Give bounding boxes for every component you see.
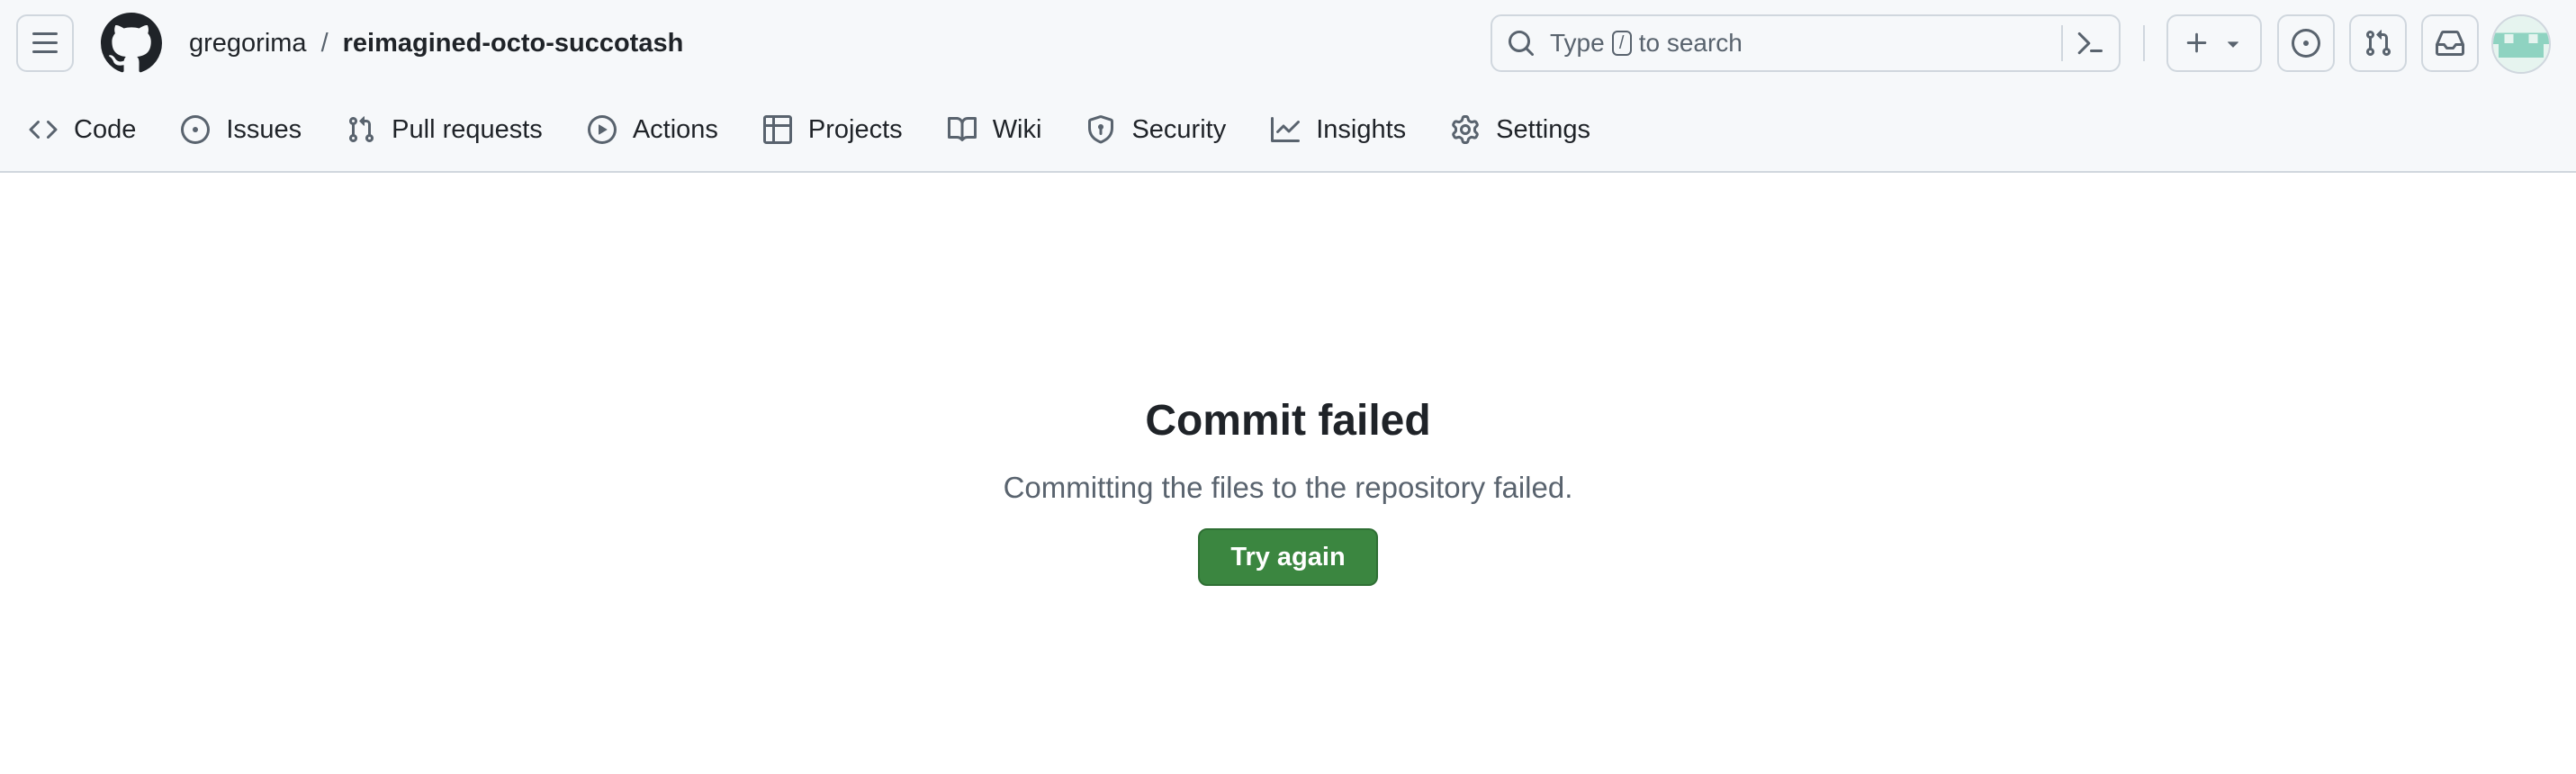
hamburger-icon: [32, 32, 58, 53]
create-new-button[interactable]: [2166, 14, 2262, 72]
top-bar: gregorima / reimagined-octo-succotash Ty…: [0, 0, 2576, 86]
book-icon: [947, 116, 977, 141]
inbox-icon: [2436, 31, 2464, 56]
search-divider: [2061, 25, 2063, 61]
tab-issues[interactable]: Issues: [181, 101, 302, 158]
shield-icon: [1088, 115, 1114, 144]
breadcrumb-owner-link[interactable]: gregorima: [189, 29, 307, 58]
pull-requests-button[interactable]: [2349, 14, 2407, 72]
issues-button[interactable]: [2277, 14, 2335, 72]
tab-settings-label: Settings: [1496, 114, 1590, 144]
issue-icon: [2292, 29, 2320, 58]
table-icon: [762, 115, 792, 144]
tab-security-label: Security: [1131, 114, 1227, 144]
error-message: Committing the files to the repository f…: [1003, 471, 1573, 504]
tab-code-label: Code: [74, 114, 137, 144]
try-again-button[interactable]: Try again: [1198, 528, 1378, 586]
search-icon: [1509, 31, 1535, 57]
search-shortcut-key: /: [1611, 31, 1632, 56]
menu-button[interactable]: [16, 14, 74, 72]
tab-actions[interactable]: Actions: [587, 101, 718, 158]
plus-icon: [2186, 32, 2207, 53]
tab-security[interactable]: Security: [1086, 101, 1226, 158]
tab-actions-label: Actions: [632, 114, 718, 144]
code-icon: [29, 120, 58, 140]
tab-issues-label: Issues: [226, 114, 302, 144]
graph-icon: [1271, 117, 1301, 142]
search-input[interactable]: Type / to search: [1491, 14, 2121, 72]
breadcrumb: gregorima / reimagined-octo-succotash: [189, 25, 683, 61]
pull-request-icon: [2365, 30, 2391, 57]
tab-code[interactable]: Code: [29, 101, 136, 158]
tab-projects-label: Projects: [807, 114, 903, 144]
error-title: Commit failed: [1145, 397, 1431, 445]
tab-projects[interactable]: Projects: [762, 101, 903, 158]
gear-icon: [1452, 115, 1479, 144]
pull-request-icon: [349, 116, 374, 143]
tab-insights-label: Insights: [1316, 114, 1407, 144]
issue-icon: [181, 115, 211, 144]
repo-nav: Code Issues Pull requests Actions Projec…: [0, 101, 2576, 158]
tab-insights[interactable]: Insights: [1271, 101, 1406, 158]
inbox-button[interactable]: [2421, 14, 2479, 72]
search-placeholder-suffix: to search: [1638, 29, 1743, 57]
header-divider: [2143, 25, 2145, 61]
play-icon: [587, 115, 617, 144]
triangle-down-icon: [2228, 41, 2238, 48]
tab-wiki[interactable]: Wiki: [947, 101, 1042, 158]
search-placeholder-prefix: Type: [1550, 29, 1605, 57]
identicon-icon: [2493, 16, 2549, 72]
tab-settings[interactable]: Settings: [1451, 101, 1590, 158]
github-logo-icon[interactable]: [101, 13, 162, 74]
error-panel: Commit failed Committing the files to th…: [0, 396, 2576, 586]
search-placeholder: Type / to search: [1550, 29, 2061, 58]
breadcrumb-repo-link[interactable]: reimagined-octo-succotash: [343, 29, 684, 58]
app-header: gregorima / reimagined-octo-succotash Ty…: [0, 0, 2576, 173]
tab-wiki-label: Wiki: [992, 114, 1042, 144]
breadcrumb-separator: /: [320, 28, 329, 58]
user-avatar[interactable]: [2491, 14, 2551, 74]
command-palette-icon[interactable]: [2076, 29, 2104, 58]
tab-pull-requests[interactable]: Pull requests: [347, 101, 543, 158]
tab-pull-requests-label: Pull requests: [392, 114, 543, 144]
